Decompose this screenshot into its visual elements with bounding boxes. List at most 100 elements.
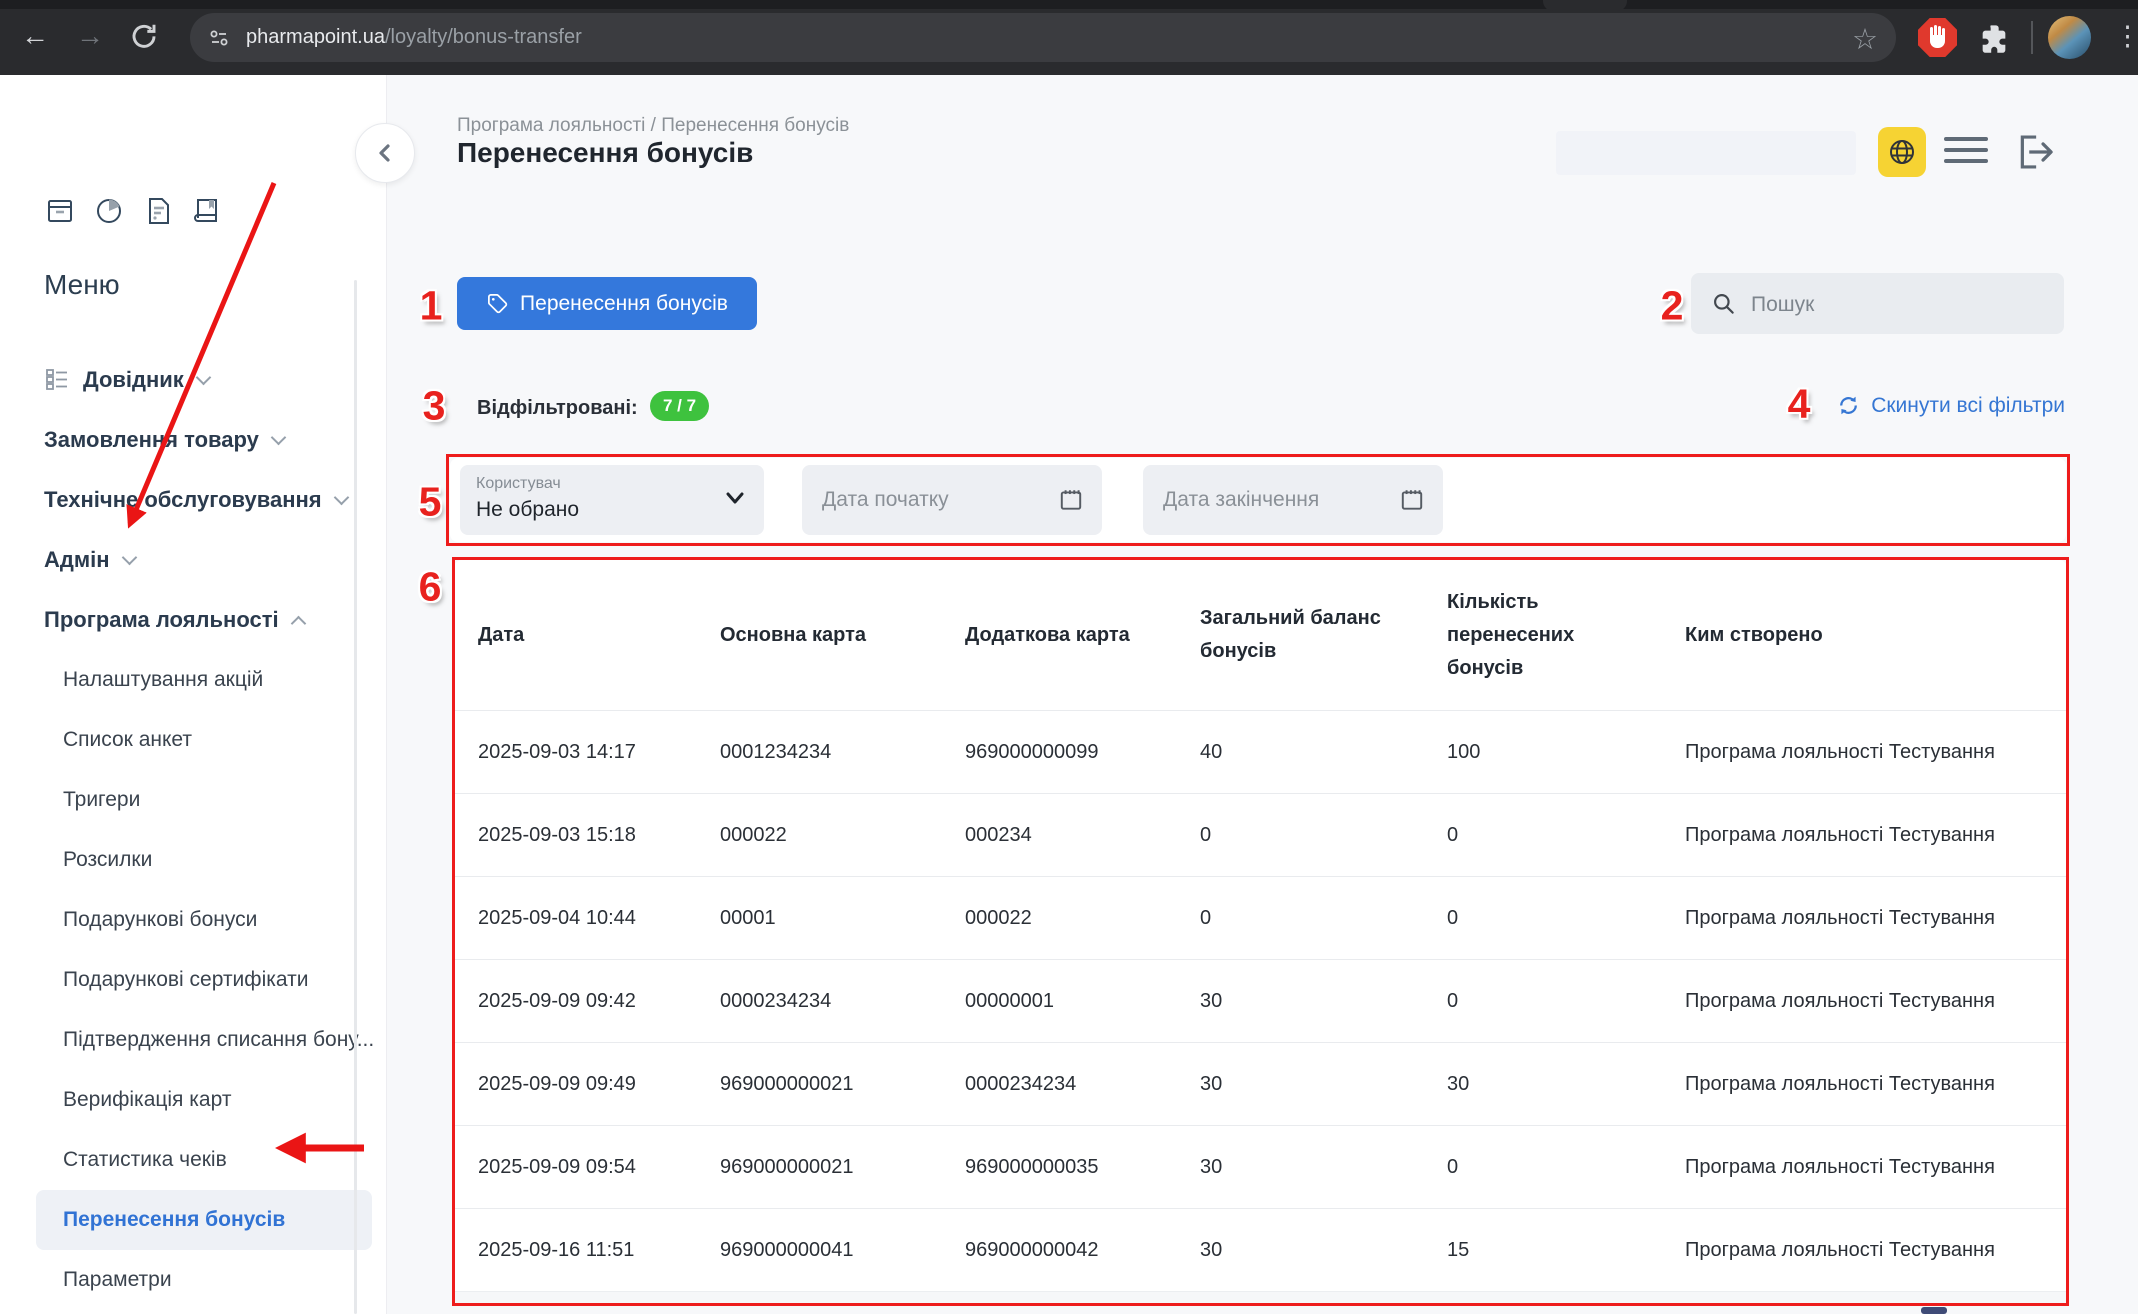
sidebar-item-label: Адмін [44,547,110,572]
table-footer-strip [454,1291,2067,1306]
cell-transferred: 0 [1447,990,1685,1013]
table-column-header: Додаткова карта [965,619,1200,652]
user-filter-dropdown[interactable]: Користувач Не обрано [460,465,764,535]
table-column-header: Основна карта [720,619,965,652]
user-name-redacted-box [1556,131,1856,175]
sidebar-submenu-item[interactable]: Перенесення бонусів [36,1190,372,1250]
cell-balance: 0 [1200,907,1447,930]
cell-date: 2025-09-09 09:54 [478,1156,720,1179]
sidebar-submenu-item[interactable]: Розсилки [0,830,386,890]
sidebar-scrollbar[interactable] [354,280,357,1314]
url-text[interactable]: pharmapoint.ua/loyalty/bonus-transfer [246,13,582,62]
archive-box-icon[interactable] [44,195,76,227]
chevron-down-icon [271,430,287,446]
cell-main-card: 00001 [720,907,965,930]
sidebar-submenu-item[interactable]: Підтвердження списання бону... [0,1010,386,1070]
sidebar-item-site[interactable]: Сайт [0,1310,386,1314]
table-row[interactable]: 2025-09-03 15:18 000022 000234 0 0 Прогр… [454,793,2067,876]
cell-balance: 30 [1200,1073,1447,1096]
table-row[interactable]: 2025-09-09 09:54 969000000021 9690000000… [454,1125,2067,1208]
user-filter-label: Користувач [476,475,561,493]
cell-main-card: 969000000041 [720,1239,965,1262]
date-to-field[interactable]: Дата закінчення [1143,465,1443,535]
profile-avatar[interactable] [2048,16,2091,59]
back-icon[interactable]: ← [21,21,49,51]
url-path: /loyalty/bonus-transfer [385,26,582,48]
bookmark-star-icon[interactable]: ☆ [1852,22,1878,57]
table-row[interactable]: 2025-09-03 14:17 0001234234 969000000099… [454,710,2067,793]
sidebar-item-admin[interactable]: Адмін [0,530,386,590]
reload-icon[interactable] [128,21,160,53]
pie-chart-icon[interactable] [93,195,125,227]
logout-icon[interactable] [2012,129,2058,175]
cell-main-card: 0000234234 [720,990,965,1013]
site-info-icon[interactable] [207,26,231,50]
table-row[interactable]: 2025-09-16 11:51 969000000041 9690000000… [454,1208,2067,1291]
main-content: Програма лояльності / Перенесення бонусі… [386,75,2138,1314]
breadcrumb[interactable]: Програма лояльності / Перенесення бонусі… [457,115,849,137]
chevron-down-icon [121,550,137,566]
chevron-down-icon [724,487,746,509]
screen: ← → pharmapoint.ua/loyalty/bonus-transfe… [0,0,2138,1314]
cell-created-by: Програма лояльності Тестування [1685,1156,2067,1179]
tab-strip [0,0,2138,9]
sidebar-item-loyalty[interactable]: Програма лояльності [0,590,386,650]
sidebar-submenu-item[interactable]: Подарункові бонуси [0,890,386,950]
cell-created-by: Програма лояльності Тестування [1685,824,2067,847]
calendar-icon [1399,487,1425,513]
sidebar-submenu-item[interactable]: Подарункові сертифікати [0,950,386,1010]
sidebar-item-maintenance[interactable]: Технічне обслуговування [0,470,386,530]
table-column-header: Загальний баланс бонусів [1200,602,1400,668]
table-row[interactable]: 2025-09-09 09:42 0000234234 00000001 30 … [454,959,2067,1042]
cell-balance: 30 [1200,1156,1447,1179]
calendar-icon [1058,487,1084,513]
language-button[interactable] [1878,127,1926,177]
cell-extra-card: 969000000099 [965,741,1200,764]
sidebar-submenu-item[interactable]: Верифікація карт [0,1070,386,1130]
sidebar-submenu-item[interactable]: Статистика чеків [0,1130,386,1190]
sidebar-submenu-item[interactable]: Параметри [0,1250,386,1310]
cell-main-card: 000022 [720,824,965,847]
browser-menu-icon[interactable]: ⋮ [2114,21,2138,52]
document-icon[interactable] [142,195,174,227]
search-input[interactable] [1749,273,2053,336]
sidebar-item-orders[interactable]: Замовлення товару [0,410,386,470]
date-to-placeholder: Дата закінчення [1163,465,1319,535]
cell-created-by: Програма лояльності Тестування [1685,1073,2067,1096]
hamburger-menu-icon[interactable] [1944,137,1988,170]
sidebar-item-label: Замовлення товару [44,427,259,452]
horizontal-scrollbar-thumb[interactable] [1921,1307,1947,1314]
browser-toolbar: ← → pharmapoint.ua/loyalty/bonus-transfe… [0,0,2138,75]
forward-icon[interactable]: → [76,21,104,51]
cell-main-card: 969000000021 [720,1156,965,1179]
user-filter-value: Не обрано [476,498,579,522]
reset-filters-link[interactable]: Скинути всі фільтри [1836,393,2065,418]
sidebar-item-label: Технічне обслуговування [44,487,322,512]
sidebar-site-section: Сайт [0,1310,386,1314]
sidebar-submenu-item[interactable]: Налаштування акцій [0,650,386,710]
cell-created-by: Програма лояльності Тестування [1685,907,2067,930]
cell-created-by: Програма лояльності Тестування [1685,990,2067,1013]
bonus-transfer-button[interactable]: Перенесення бонусів [457,277,757,330]
table-column-header: Кількість перенесених бонусів [1447,586,1615,685]
adblock-extension-icon[interactable] [1918,18,1957,57]
cell-extra-card: 000234 [965,824,1200,847]
sidebar-collapse-button[interactable] [355,123,415,183]
sidebar-item-dovidnyk[interactable]: Довідник [0,350,386,410]
table-header-row: Дата Основна карта Додаткова карта Загал… [454,560,2067,710]
cell-date: 2025-09-03 14:17 [478,741,720,764]
cell-transferred: 30 [1447,1073,1685,1096]
url-bar[interactable]: pharmapoint.ua/loyalty/bonus-transfer ☆ [190,13,1896,62]
table-row[interactable]: 2025-09-04 10:44 00001 000022 0 0 Програ… [454,876,2067,959]
sidebar-submenu-item[interactable]: Список анкет [0,710,386,770]
table-row[interactable]: 2025-09-09 09:49 969000000021 0000234234… [454,1042,2067,1125]
cell-main-card: 0001234234 [720,741,965,764]
cell-created-by: Програма лояльності Тестування [1685,741,2067,764]
menu-heading: Меню [44,269,120,301]
cell-extra-card: 000022 [965,907,1200,930]
date-from-field[interactable]: Дата початку [802,465,1102,535]
page-title: Перенесення бонусів [457,137,753,169]
extensions-puzzle-icon[interactable] [1976,20,2012,56]
book-icon[interactable] [191,195,223,227]
sidebar-submenu-item[interactable]: Тригери [0,770,386,830]
